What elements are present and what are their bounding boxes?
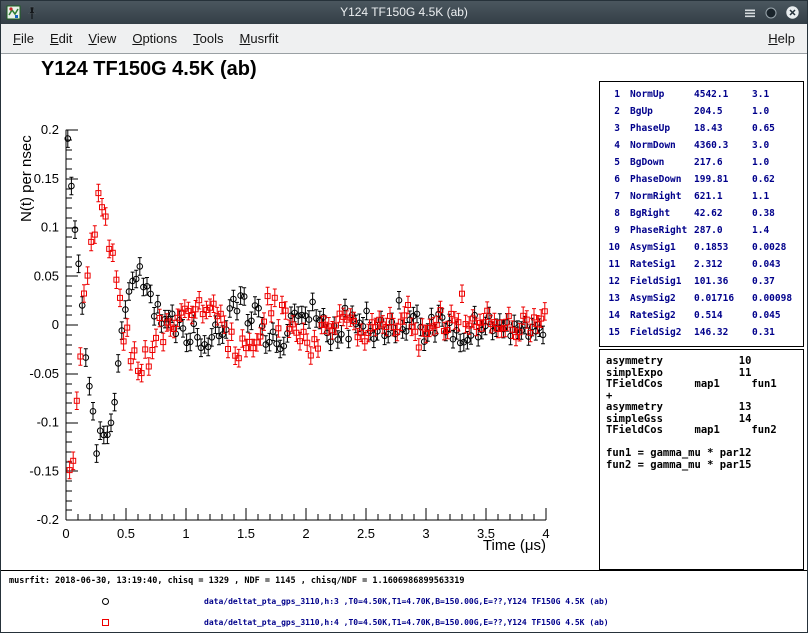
svg-text:1.5: 1.5	[237, 526, 255, 541]
close-icon[interactable]	[785, 5, 800, 20]
param-row: 5BgDown217.61.0	[604, 154, 803, 171]
param-row: 2BgUp204.51.0	[604, 103, 803, 120]
param-row: 7NormRight621.11.1	[604, 188, 803, 205]
svg-text:2.5: 2.5	[357, 526, 375, 541]
param-row: 14RateSig20.5140.045	[604, 307, 803, 324]
maximize-icon[interactable]	[764, 6, 778, 20]
fit-stats-line: musrfit: 2018-06-30, 13:19:40, chisq = 1…	[9, 576, 464, 586]
param-row: 13AsymSig20.017160.00098	[604, 290, 803, 307]
svg-text:0.2: 0.2	[41, 122, 59, 137]
menu-item-options[interactable]: Options	[124, 24, 185, 53]
param-row: 11RateSig12.3120.043	[604, 256, 803, 273]
legend-row: data/deltat_pta_gps_3110,h:3 ,T0=4.50K,T…	[1, 597, 807, 609]
svg-text:-0.15: -0.15	[29, 463, 59, 478]
param-row: 4NormDown4360.33.0	[604, 137, 803, 154]
window-title: Y124 TF150G 4.5K (ab)	[1, 1, 807, 24]
window: Y124 TF150G 4.5K (ab) FileEditViewOption…	[0, 0, 808, 633]
legend-marker-circle-icon	[102, 598, 109, 605]
param-row: 12FieldSig1101.360.37	[604, 273, 803, 290]
menu-item-tools[interactable]: Tools	[185, 24, 231, 53]
svg-text:0: 0	[62, 526, 69, 541]
menu-item-edit[interactable]: Edit	[42, 24, 80, 53]
fit-parameters-panel: 1NormUp4542.13.12BgUp204.51.03PhaseUp18.…	[599, 81, 804, 347]
theory-panel: asymmetry 10simplExpo 11TFieldCos map1 f…	[599, 349, 804, 570]
window-menu-icon[interactable]	[743, 6, 757, 20]
plot-canvas[interactable]: 00.511.522.533.54-0.2-0.15-0.1-0.0500.05…	[1, 54, 593, 566]
param-row: 9PhaseRight287.01.4	[604, 222, 803, 239]
theory-line: TFieldCos map1 fun1	[606, 379, 803, 391]
theory-line: TFieldCos map1 fun2	[606, 425, 803, 437]
theory-line: fun2 = gamma_mu * par15	[606, 460, 803, 472]
legend-label: data/deltat_pta_gps_3110,h:4 ,T0=4.50K,T…	[204, 618, 609, 627]
svg-text:0.15: 0.15	[34, 171, 59, 186]
param-row: 6PhaseDown199.810.62	[604, 171, 803, 188]
svg-text:3: 3	[422, 526, 429, 541]
data-series-circle	[65, 130, 546, 462]
legend-marker-square-icon	[102, 619, 109, 626]
pin-icon[interactable]	[26, 6, 38, 20]
menu-item-help[interactable]: Help	[760, 24, 803, 53]
menu-item-view[interactable]: View	[80, 24, 124, 53]
legend-row: data/deltat_pta_gps_3110,h:4 ,T0=4.50K,T…	[1, 618, 807, 630]
param-row: 10AsymSig10.18530.0028	[604, 239, 803, 256]
menubar: FileEditViewOptionsToolsMusrfit Help	[1, 24, 807, 54]
info-pane: musrfit: 2018-06-30, 13:19:40, chisq = 1…	[1, 570, 807, 632]
svg-text:-0.2: -0.2	[37, 512, 59, 527]
menu-item-file[interactable]: File	[5, 24, 42, 53]
app-icon[interactable]	[6, 5, 21, 20]
theory-line: asymmetry 13	[606, 402, 803, 414]
svg-text:1: 1	[182, 526, 189, 541]
svg-text:0.05: 0.05	[34, 268, 59, 283]
menu-item-musrfit[interactable]: Musrfit	[232, 24, 287, 53]
data-series-square	[67, 184, 547, 479]
x-axis-title: Time (μs)	[483, 537, 546, 554]
svg-text:-0.1: -0.1	[37, 415, 59, 430]
theory-line: asymmetry 10	[606, 356, 803, 368]
legend-label: data/deltat_pta_gps_3110,h:3 ,T0=4.50K,T…	[204, 597, 609, 606]
root-canvas: Y124 TF150G 4.5K (ab) 00.511.522.533.54-…	[1, 54, 807, 632]
param-row: 8BgRight42.620.38	[604, 205, 803, 222]
svg-text:0.1: 0.1	[41, 220, 59, 235]
param-row: 3PhaseUp18.430.65	[604, 120, 803, 137]
titlebar: Y124 TF150G 4.5K (ab)	[1, 1, 807, 24]
svg-text:2: 2	[302, 526, 309, 541]
theory-line: fun1 = gamma_mu * par12	[606, 448, 803, 460]
y-axis-title: N(t) per nsec	[18, 135, 35, 222]
param-row: 1NormUp4542.13.1	[604, 86, 803, 103]
svg-text:0.5: 0.5	[117, 526, 135, 541]
svg-text:-0.05: -0.05	[29, 366, 59, 381]
param-row: 15FieldSig2146.320.31	[604, 324, 803, 341]
svg-text:0: 0	[52, 317, 59, 332]
